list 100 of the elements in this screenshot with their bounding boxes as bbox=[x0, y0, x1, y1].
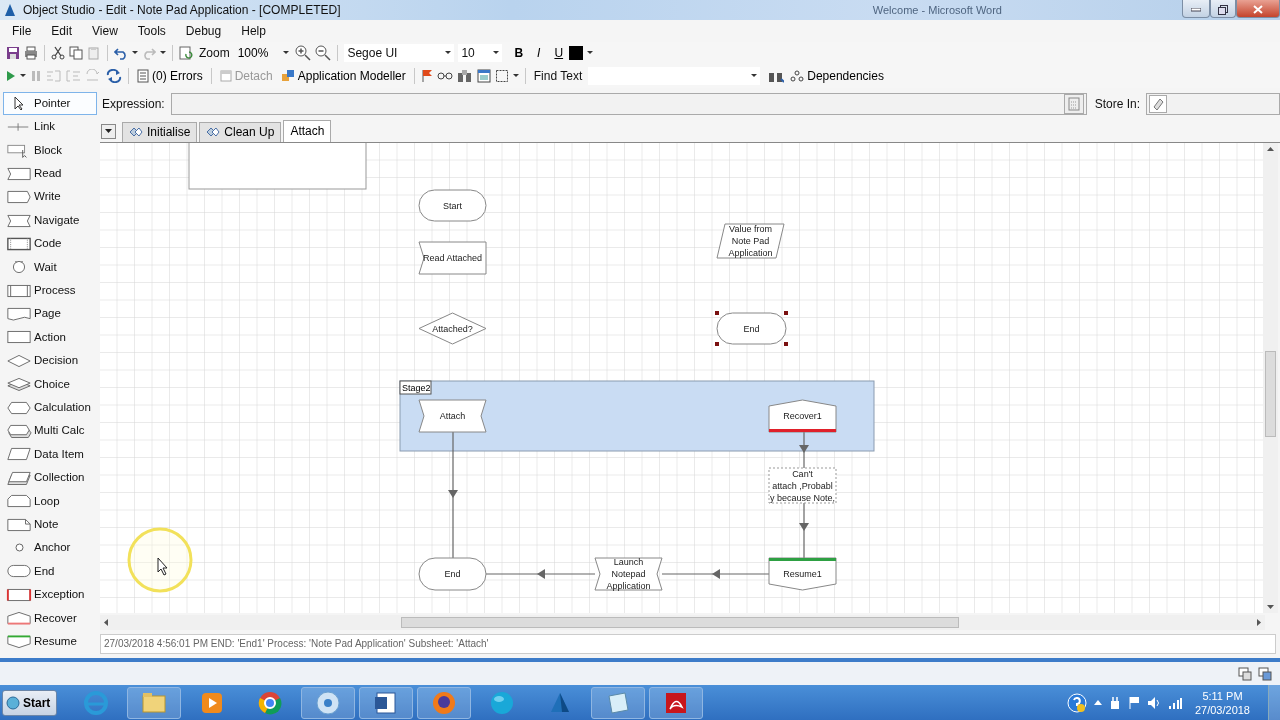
tab-list-dropdown[interactable] bbox=[101, 123, 116, 139]
read-stage-node[interactable]: Read Attached bbox=[418, 241, 487, 275]
flag-icon[interactable] bbox=[1127, 695, 1140, 710]
cut-icon[interactable] bbox=[51, 45, 65, 60]
scroll-thumb[interactable] bbox=[1265, 350, 1276, 437]
glasses-icon[interactable] bbox=[436, 69, 453, 82]
caret-icon[interactable] bbox=[445, 51, 452, 55]
palette-item[interactable]: Process bbox=[3, 279, 97, 303]
save-icon[interactable] bbox=[6, 45, 20, 60]
start-button[interactable]: Start bbox=[2, 689, 58, 716]
palette-item[interactable]: Action bbox=[3, 325, 97, 350]
caret-icon[interactable] bbox=[160, 51, 166, 55]
palette-item[interactable]: Recover bbox=[3, 606, 97, 630]
caret-icon[interactable] bbox=[512, 74, 519, 78]
horizontal-scrollbar[interactable] bbox=[100, 614, 1265, 630]
caret-up-icon[interactable] bbox=[1093, 700, 1102, 705]
flag-icon[interactable] bbox=[420, 68, 433, 83]
store-in-field[interactable] bbox=[1146, 93, 1280, 116]
windows-icon[interactable] bbox=[1258, 666, 1272, 681]
caret-icon[interactable] bbox=[587, 51, 594, 55]
zoom-in-icon[interactable] bbox=[295, 44, 312, 61]
dependencies-button[interactable]: Dependencies bbox=[788, 66, 886, 85]
windows-icon[interactable] bbox=[1238, 666, 1252, 681]
palette-item[interactable]: Decision bbox=[3, 349, 97, 373]
decision-node[interactable]: Attached? bbox=[418, 312, 487, 345]
color-swatch-icon[interactable] bbox=[569, 45, 584, 60]
connector-arrow[interactable] bbox=[448, 431, 458, 559]
find-text-field[interactable] bbox=[588, 66, 761, 85]
selection-icon[interactable] bbox=[494, 68, 509, 83]
zoom-out-icon[interactable] bbox=[315, 44, 332, 61]
palette-item[interactable]: Read bbox=[3, 162, 97, 186]
block-shape[interactable] bbox=[188, 142, 367, 190]
connector-arrow[interactable] bbox=[799, 431, 809, 469]
caret-icon[interactable] bbox=[132, 51, 138, 55]
taskbar-button[interactable] bbox=[359, 686, 414, 719]
navigate-stage-node[interactable]: Attach bbox=[418, 399, 487, 433]
taskbar-button[interactable] bbox=[301, 686, 356, 719]
bold-button[interactable]: B bbox=[512, 43, 526, 62]
palette-item[interactable]: Calculation bbox=[3, 395, 97, 420]
errors-button[interactable]: (0) Errors bbox=[135, 66, 205, 85]
navigate-stage-node[interactable]: Launch Notepad Application bbox=[594, 556, 663, 591]
application-modeller-button[interactable]: Application Modeller bbox=[278, 66, 408, 85]
resume-stage-node[interactable]: Resume1 bbox=[768, 557, 837, 591]
menu-item[interactable]: Tools bbox=[125, 20, 174, 42]
plug-icon[interactable] bbox=[1108, 695, 1121, 710]
taskbar-button[interactable] bbox=[649, 686, 704, 719]
caret-icon[interactable] bbox=[283, 51, 290, 55]
binoculars-icon[interactable] bbox=[456, 68, 473, 83]
note-node[interactable]: Can't attach ,Probabl y because Note, bbox=[768, 467, 837, 504]
subsheet-tab[interactable]: Initialise bbox=[122, 121, 198, 142]
help-icon[interactable] bbox=[1066, 692, 1087, 713]
terminal-node[interactable]: End bbox=[418, 557, 487, 591]
refresh-icon[interactable] bbox=[106, 68, 122, 83]
caret-icon[interactable] bbox=[751, 74, 758, 78]
subsheet-tab[interactable]: Attach bbox=[283, 119, 332, 142]
clock-date[interactable]: 27/03/2018 bbox=[1194, 702, 1250, 717]
scroll-thumb[interactable] bbox=[401, 616, 959, 628]
menu-item[interactable]: Debug bbox=[173, 20, 230, 42]
undo-icon[interactable] bbox=[114, 45, 128, 60]
palette-item[interactable]: Anchor bbox=[3, 536, 97, 560]
palette-item[interactable]: Multi Calc bbox=[3, 419, 97, 443]
palette-item[interactable]: End bbox=[3, 559, 97, 584]
palette-item[interactable]: Choice bbox=[3, 372, 97, 396]
palette-item[interactable]: Code bbox=[3, 232, 97, 256]
italic-button[interactable]: I bbox=[535, 43, 543, 62]
zoom-dropdown[interactable]: 100% bbox=[235, 43, 292, 62]
palette-item[interactable]: Collection bbox=[3, 466, 97, 490]
palette-item[interactable]: Data Item bbox=[3, 442, 97, 467]
menu-item[interactable]: View bbox=[80, 20, 126, 42]
palette-item[interactable]: Wait bbox=[3, 255, 97, 279]
palette-item[interactable]: Block bbox=[3, 138, 97, 163]
palette-item[interactable]: Loop bbox=[3, 489, 97, 513]
window-icon[interactable] bbox=[476, 68, 491, 83]
palette-item[interactable]: Page bbox=[3, 302, 97, 326]
connector-arrow[interactable] bbox=[661, 568, 770, 579]
terminal-node[interactable]: End bbox=[715, 310, 788, 346]
menu-item[interactable]: File bbox=[0, 20, 40, 42]
underline-button[interactable]: U bbox=[552, 43, 566, 62]
palette-item[interactable]: Pointer bbox=[3, 91, 97, 116]
clock-time[interactable]: 5:11 PM bbox=[1194, 688, 1250, 703]
terminal-node[interactable]: Start bbox=[418, 189, 487, 222]
palette-item[interactable]: Write bbox=[3, 185, 97, 209]
palette-item[interactable]: Exception bbox=[3, 583, 97, 607]
taskbar-button[interactable] bbox=[417, 686, 472, 719]
vertical-scrollbar[interactable] bbox=[1263, 142, 1278, 613]
expression-field[interactable] bbox=[170, 93, 1087, 116]
restore-button[interactable] bbox=[1210, 0, 1236, 18]
menu-item[interactable]: Edit bbox=[39, 20, 81, 42]
print-icon[interactable] bbox=[24, 45, 38, 60]
page-refresh-icon[interactable] bbox=[179, 45, 193, 60]
palette-item[interactable]: Note bbox=[3, 512, 97, 537]
close-button[interactable] bbox=[1236, 0, 1280, 18]
caret-icon[interactable] bbox=[493, 51, 500, 55]
copy-icon[interactable] bbox=[69, 45, 83, 60]
taskbar-button[interactable] bbox=[591, 686, 646, 719]
menu-item[interactable]: Help bbox=[229, 20, 274, 42]
caret-icon[interactable] bbox=[20, 74, 26, 78]
palette-item[interactable]: Link bbox=[3, 115, 97, 139]
palette-item[interactable]: Navigate bbox=[3, 208, 97, 233]
connector-arrow[interactable] bbox=[799, 502, 809, 559]
